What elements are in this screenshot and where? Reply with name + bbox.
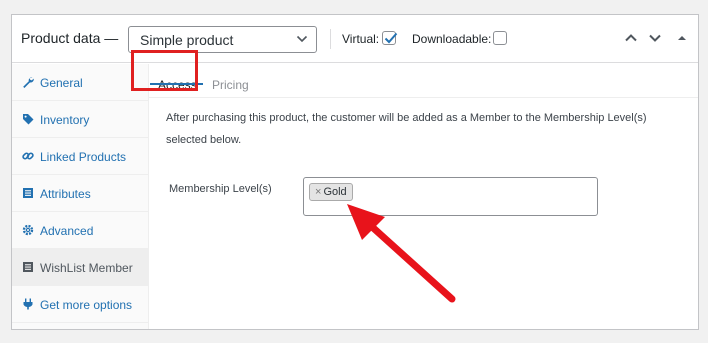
annotation-arrow [347,204,456,303]
